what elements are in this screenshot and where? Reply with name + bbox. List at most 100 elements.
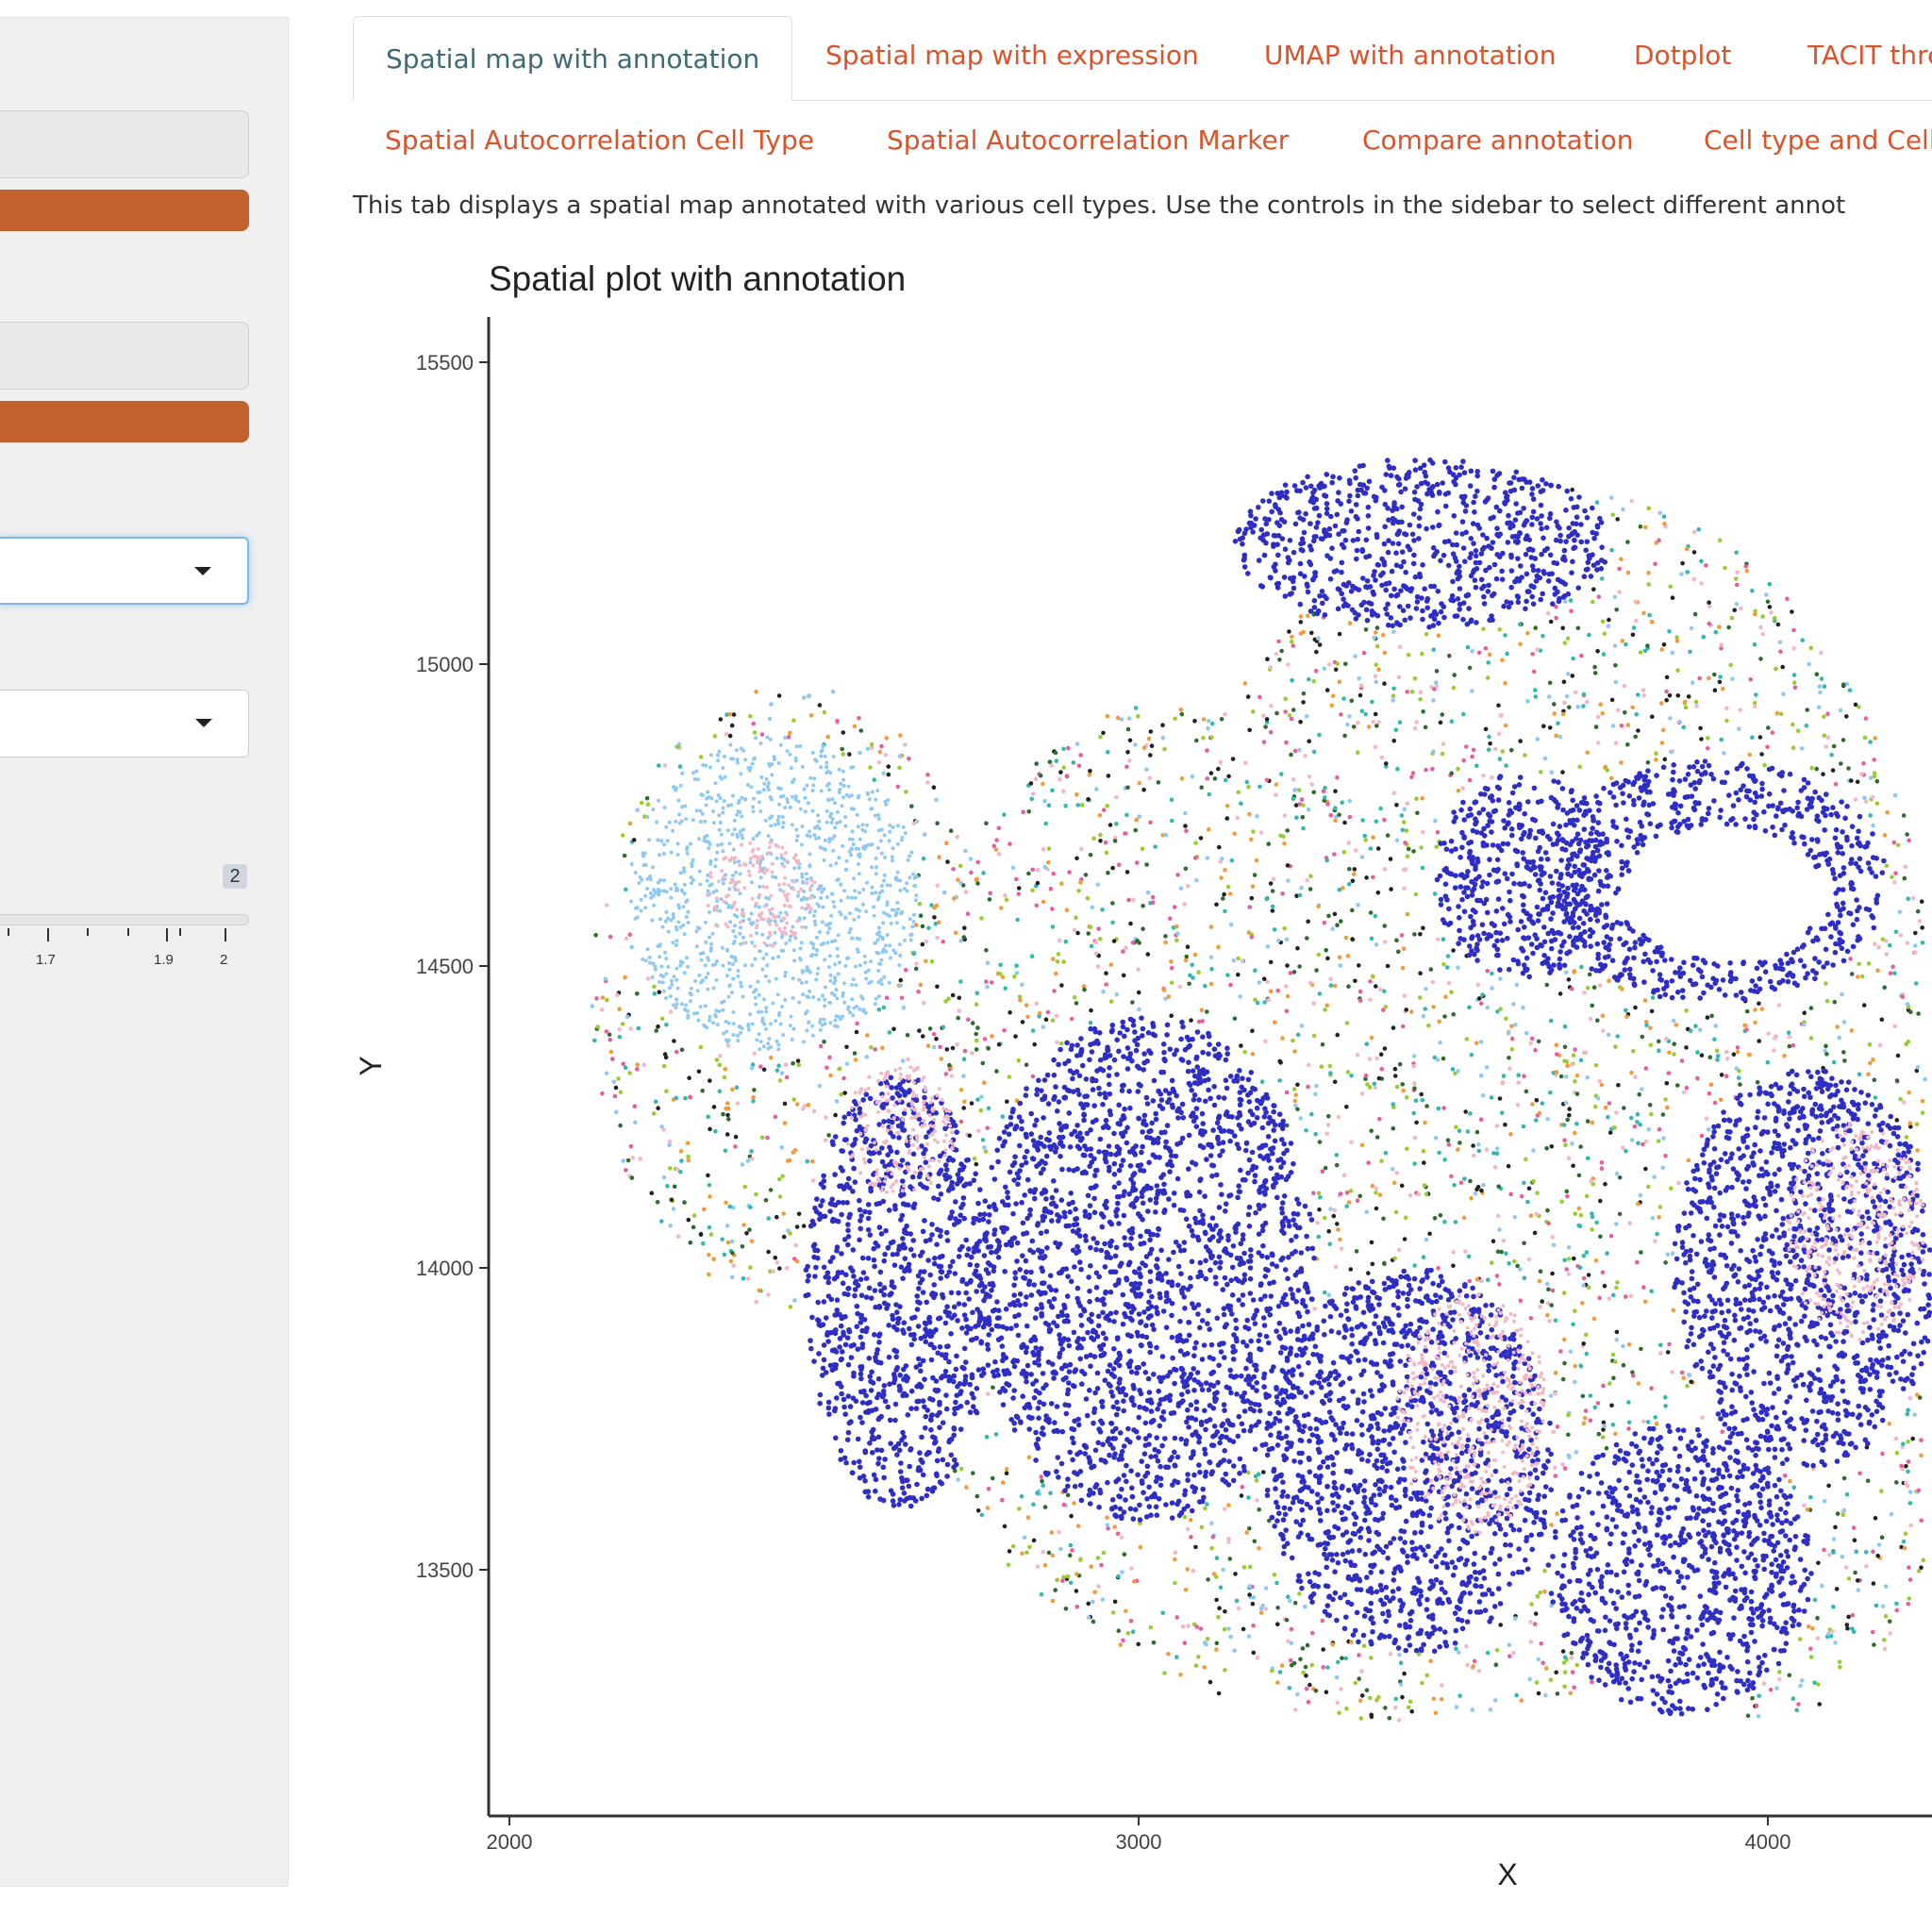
cell-point bbox=[1626, 1341, 1632, 1347]
cell-point bbox=[1106, 750, 1110, 755]
cell-point bbox=[1577, 764, 1582, 770]
cell-point bbox=[1486, 747, 1491, 753]
cell-point bbox=[1193, 841, 1198, 845]
cell-point bbox=[1528, 1316, 1534, 1321]
cell-point bbox=[1101, 1550, 1107, 1556]
cell-point bbox=[1162, 1129, 1168, 1135]
cell-point bbox=[1305, 936, 1309, 941]
cell-point bbox=[1833, 1524, 1838, 1530]
cell-point bbox=[1765, 599, 1771, 605]
cell-point bbox=[1495, 1009, 1500, 1014]
cell-point bbox=[1225, 1482, 1232, 1488]
cell-point bbox=[1178, 1673, 1183, 1677]
cell-point bbox=[1512, 1258, 1517, 1264]
cell-point bbox=[1214, 1556, 1220, 1560]
cell-point bbox=[1191, 1388, 1197, 1393]
cell-point bbox=[1258, 830, 1264, 835]
cell-point bbox=[941, 891, 947, 895]
cell-point bbox=[1387, 1716, 1392, 1721]
cell-point bbox=[1233, 1325, 1240, 1331]
cell-point bbox=[985, 960, 991, 966]
cell-point bbox=[958, 979, 963, 984]
cell-point bbox=[1581, 1341, 1586, 1346]
cell-point bbox=[1449, 719, 1455, 724]
cell-point bbox=[1434, 844, 1439, 849]
cell-point bbox=[1063, 1123, 1069, 1129]
cell-point bbox=[1582, 1415, 1588, 1421]
cell-point bbox=[1165, 1464, 1172, 1471]
cell-point bbox=[1072, 1264, 1077, 1270]
cell-point bbox=[994, 1299, 1000, 1305]
cell-point bbox=[608, 934, 613, 940]
cell-point bbox=[1188, 973, 1192, 978]
cell-point bbox=[1383, 1005, 1389, 1009]
cell-point bbox=[1347, 814, 1353, 820]
cell-point bbox=[1601, 1427, 1606, 1432]
cell-point bbox=[1220, 1287, 1226, 1292]
cell-point bbox=[1292, 1049, 1297, 1054]
cell-point bbox=[1602, 1283, 1607, 1289]
cell-point bbox=[1277, 1058, 1282, 1064]
cell-point bbox=[1377, 1117, 1382, 1122]
cell-point bbox=[1183, 1587, 1189, 1592]
cell-point bbox=[1594, 500, 1600, 505]
cell-point bbox=[1336, 1227, 1341, 1232]
cell-point bbox=[1904, 1041, 1908, 1047]
cell-point bbox=[1296, 1313, 1303, 1320]
cell-point bbox=[1350, 878, 1356, 884]
cell-point bbox=[718, 717, 724, 722]
cell-point bbox=[1116, 1180, 1122, 1186]
cell-point bbox=[941, 939, 945, 944]
cell-point bbox=[1187, 981, 1191, 987]
cell-point bbox=[1916, 1011, 1921, 1016]
cell-point bbox=[900, 1058, 906, 1063]
cell-point bbox=[1533, 625, 1538, 630]
cell-point bbox=[1606, 1032, 1611, 1038]
cell-point bbox=[1241, 1463, 1247, 1470]
cell-point bbox=[1590, 1211, 1594, 1216]
cell-point bbox=[1615, 1034, 1620, 1039]
cell-point bbox=[1253, 968, 1257, 974]
cell-point bbox=[1554, 1670, 1558, 1675]
cell-point bbox=[1205, 748, 1209, 753]
cell-point bbox=[1659, 701, 1664, 706]
cell-point bbox=[985, 1125, 990, 1131]
cell-point bbox=[1244, 1317, 1250, 1324]
cell-point bbox=[672, 1184, 677, 1190]
cell-point bbox=[1856, 1588, 1861, 1592]
cell-point bbox=[1824, 998, 1830, 1004]
cell-point bbox=[1259, 1223, 1266, 1229]
cell-point bbox=[1319, 1064, 1324, 1069]
cell-point bbox=[1283, 709, 1288, 714]
cell-point bbox=[1189, 1087, 1194, 1093]
cell-point bbox=[1206, 1307, 1211, 1314]
cell-point bbox=[661, 1063, 667, 1069]
cell-point bbox=[1762, 762, 1767, 768]
cell-point bbox=[1039, 1474, 1043, 1479]
cell-point bbox=[1421, 1149, 1426, 1154]
cell-point bbox=[1235, 1221, 1241, 1227]
cell-point bbox=[1418, 690, 1424, 694]
cell-point bbox=[1672, 1041, 1676, 1046]
cell-point bbox=[1119, 1088, 1125, 1093]
cell-point bbox=[961, 1074, 966, 1078]
cell-point bbox=[1100, 1597, 1106, 1602]
cell-point bbox=[1309, 630, 1314, 636]
cell-point bbox=[1770, 730, 1775, 735]
cell-point bbox=[1715, 1058, 1720, 1062]
cell-point bbox=[1132, 1038, 1138, 1043]
cell-point bbox=[1597, 1295, 1602, 1301]
cell-point bbox=[1498, 1623, 1503, 1627]
cell-point bbox=[841, 752, 845, 757]
cell-point bbox=[1323, 1008, 1327, 1012]
cell-point bbox=[1333, 789, 1338, 793]
cell-point bbox=[1572, 1685, 1576, 1690]
cell-point bbox=[1257, 1507, 1261, 1512]
cell-point bbox=[1193, 1340, 1199, 1346]
cell-point bbox=[980, 1060, 986, 1066]
cell-point bbox=[1157, 1103, 1163, 1108]
cell-point bbox=[1100, 908, 1105, 912]
cell-point bbox=[1074, 1451, 1080, 1457]
cell-point bbox=[1008, 841, 1012, 846]
cell-point bbox=[1527, 1676, 1532, 1682]
